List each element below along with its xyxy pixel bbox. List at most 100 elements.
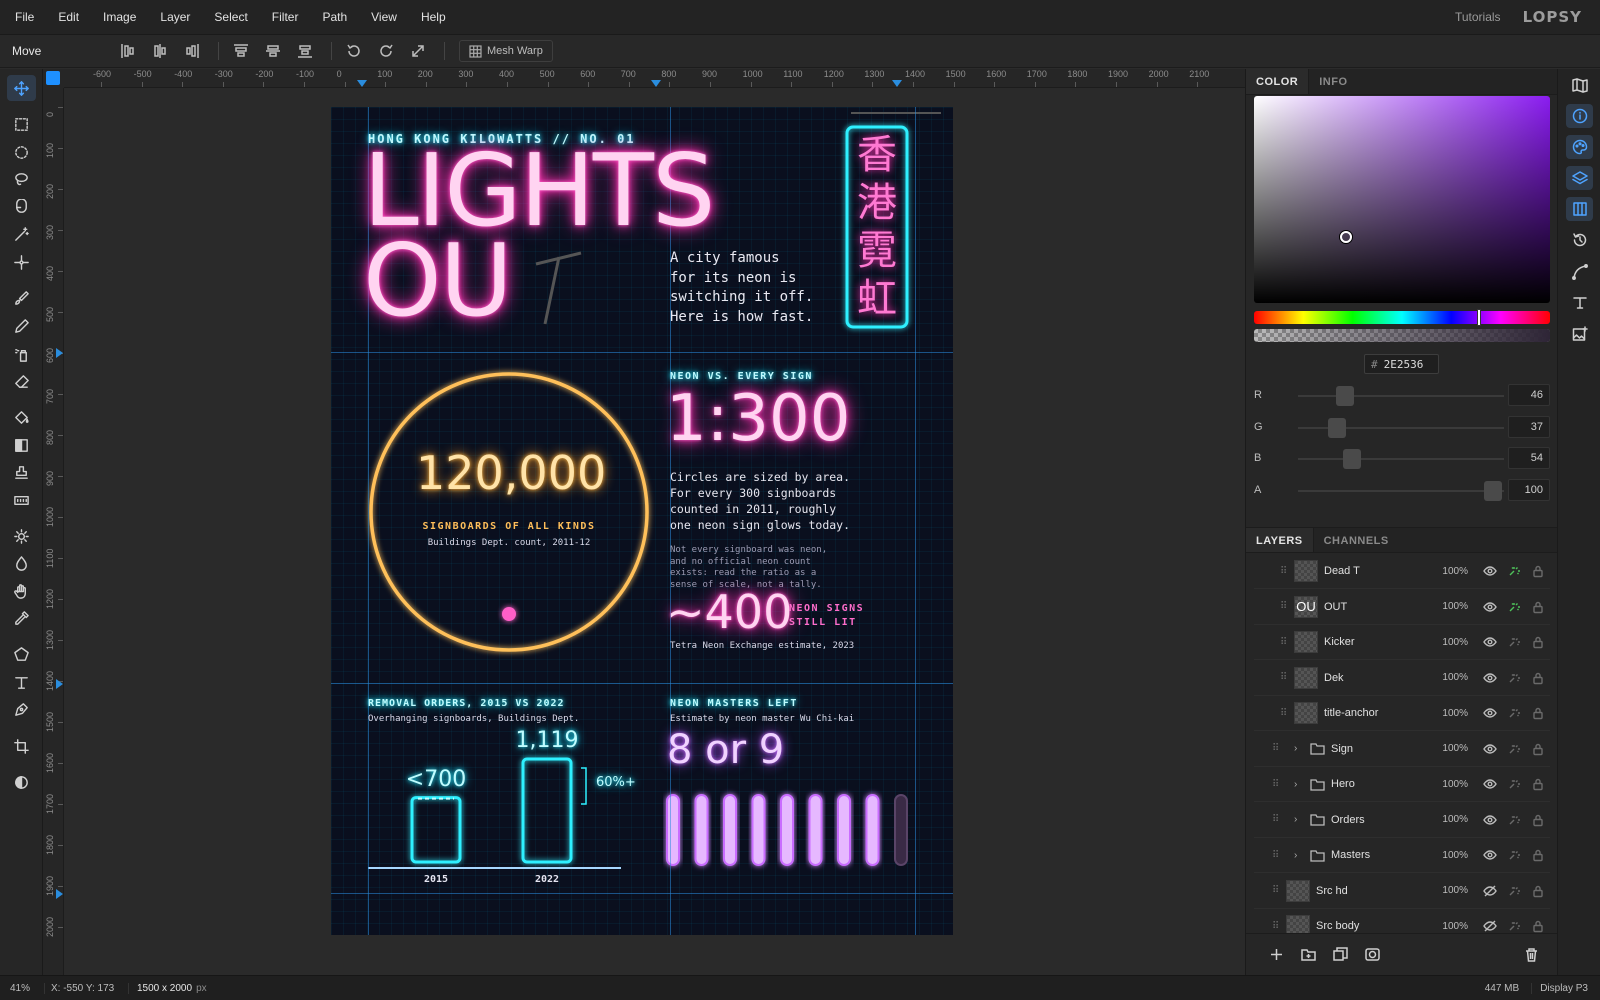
effects-icon[interactable] [1502,671,1526,685]
chevron-right-icon[interactable]: › [1294,850,1304,861]
align-center-h-button[interactable] [146,39,174,63]
drag-handle-icon[interactable]: ⠿ [1280,566,1290,577]
tab-channels[interactable]: CHANNELS [1314,528,1399,552]
rect-select-tool[interactable] [7,111,36,137]
channels-panel-button[interactable] [1566,197,1593,221]
layer-opacity[interactable]: 100% [1432,850,1468,861]
align-top-button[interactable] [227,39,255,63]
lock-icon[interactable] [1526,706,1550,720]
lock-icon[interactable] [1526,742,1550,756]
menu-select[interactable]: Select [202,0,259,35]
layer-row[interactable]: ⠿ Dead T 100% [1254,560,1550,589]
layer-opacity[interactable]: 100% [1432,708,1468,719]
effects-icon[interactable] [1502,813,1526,827]
add-group-button[interactable] [1292,942,1324,968]
channel-value-input[interactable]: 37 [1508,415,1550,438]
drag-handle-icon[interactable]: ⠿ [1280,601,1290,612]
channel-value-input[interactable]: 46 [1508,384,1550,406]
spray-tool[interactable] [7,341,36,367]
tab-color[interactable]: COLOR [1246,69,1310,94]
lock-icon[interactable] [1526,635,1550,649]
menu-edit[interactable]: Edit [46,0,91,35]
layer-row[interactable]: ⠿ › Sign 100% [1254,732,1550,767]
layer-opacity[interactable]: 100% [1432,814,1468,825]
hand-tool[interactable] [7,578,36,604]
drag-handle-icon[interactable]: ⠿ [1272,779,1282,790]
info-panel-button[interactable] [1566,104,1593,128]
layer-row[interactable]: ⠿ Src hd 100% [1254,874,1550,909]
guide-horizontal[interactable] [331,352,953,353]
channel-slider[interactable] [1298,417,1504,438]
tutorials-link[interactable]: Tutorials [1455,10,1501,24]
chevron-right-icon[interactable]: › [1294,743,1304,754]
channel-slider-thumb[interactable] [1484,480,1503,501]
layer-row[interactable]: ⠿ Kicker 100% [1254,625,1550,660]
lock-icon[interactable] [1526,600,1550,614]
guide-marker[interactable] [892,80,902,87]
layer-opacity[interactable]: 100% [1432,885,1468,896]
layer-name[interactable]: Orders [1331,814,1432,826]
rotate-left-button[interactable] [340,39,368,63]
stamp-tool[interactable] [7,459,36,485]
eye-icon[interactable] [1478,848,1502,862]
layer-name[interactable]: Dek [1324,672,1432,684]
layer-row[interactable]: ⠿ OU OUT 100% [1254,590,1550,625]
layer-row[interactable]: ⠿ › Masters 100% [1254,838,1550,873]
eye-icon[interactable] [1478,635,1502,649]
effects-icon[interactable] [1502,919,1526,933]
layer-name[interactable]: Dead T [1324,565,1432,577]
effects-icon[interactable] [1502,848,1526,862]
layer-name[interactable]: Src body [1316,920,1432,932]
burn-tool[interactable] [7,550,36,576]
zoom-level[interactable]: 41% [0,983,44,994]
eye-icon[interactable] [1478,671,1502,685]
channel-slider[interactable] [1298,480,1504,501]
eye-icon[interactable] [1478,742,1502,756]
align-right-button[interactable] [178,39,206,63]
layer-opacity[interactable]: 100% [1432,637,1468,648]
menu-layer[interactable]: Layer [148,0,202,35]
pen-tool[interactable] [7,696,36,722]
guide-marker[interactable] [357,80,367,87]
lock-icon[interactable] [1526,919,1550,933]
move-tool[interactable] [7,75,36,101]
channel-slider-thumb[interactable] [1328,417,1347,438]
ruler-horizontal[interactable]: -600 -500 -400 -300 -200 -100 0 100 200 300 400 500… [64,69,1245,88]
quick-select-tool[interactable] [7,249,36,275]
effects-icon[interactable] [1502,742,1526,756]
color-panel-button[interactable] [1566,135,1593,159]
effects-icon[interactable] [1502,635,1526,649]
eye-icon[interactable] [1478,564,1502,578]
mesh-warp-button[interactable]: Mesh Warp [459,40,553,62]
color-picker-handle[interactable] [1340,231,1352,243]
drag-handle-icon[interactable]: ⠿ [1280,672,1290,683]
eye-off-icon[interactable] [1478,884,1502,898]
eye-icon[interactable] [1478,600,1502,614]
effects-icon[interactable] [1502,777,1526,791]
lock-icon[interactable] [1526,813,1550,827]
effects-icon[interactable] [1502,600,1526,614]
layer-opacity[interactable]: 100% [1432,601,1468,612]
tab-info[interactable]: INFO [1309,69,1357,94]
pencil-tool[interactable] [7,313,36,339]
layer-name[interactable]: Src hd [1316,885,1432,897]
chevron-right-icon[interactable]: › [1294,814,1304,825]
magic-wand-tool[interactable] [7,221,36,247]
eraser-tool[interactable] [7,368,36,394]
layer-row[interactable]: ⠿ title-anchor 100% [1254,696,1550,731]
fill-tool[interactable] [7,404,36,430]
guide-horizontal[interactable] [331,893,953,894]
eye-icon[interactable] [1478,813,1502,827]
layers-panel-button[interactable] [1566,166,1593,190]
channel-slider[interactable] [1298,386,1504,406]
contrast-toggle[interactable] [7,769,36,795]
menu-help[interactable]: Help [409,0,458,35]
tab-layers[interactable]: LAYERS [1246,528,1314,552]
eye-icon[interactable] [1478,777,1502,791]
drag-handle-icon[interactable]: ⠿ [1272,850,1282,861]
magnetic-lasso-tool[interactable] [7,194,36,220]
hue-slider-handle[interactable] [1476,309,1481,326]
layer-opacity[interactable]: 100% [1432,672,1468,683]
effects-icon[interactable] [1502,706,1526,720]
menu-filter[interactable]: Filter [260,0,311,35]
